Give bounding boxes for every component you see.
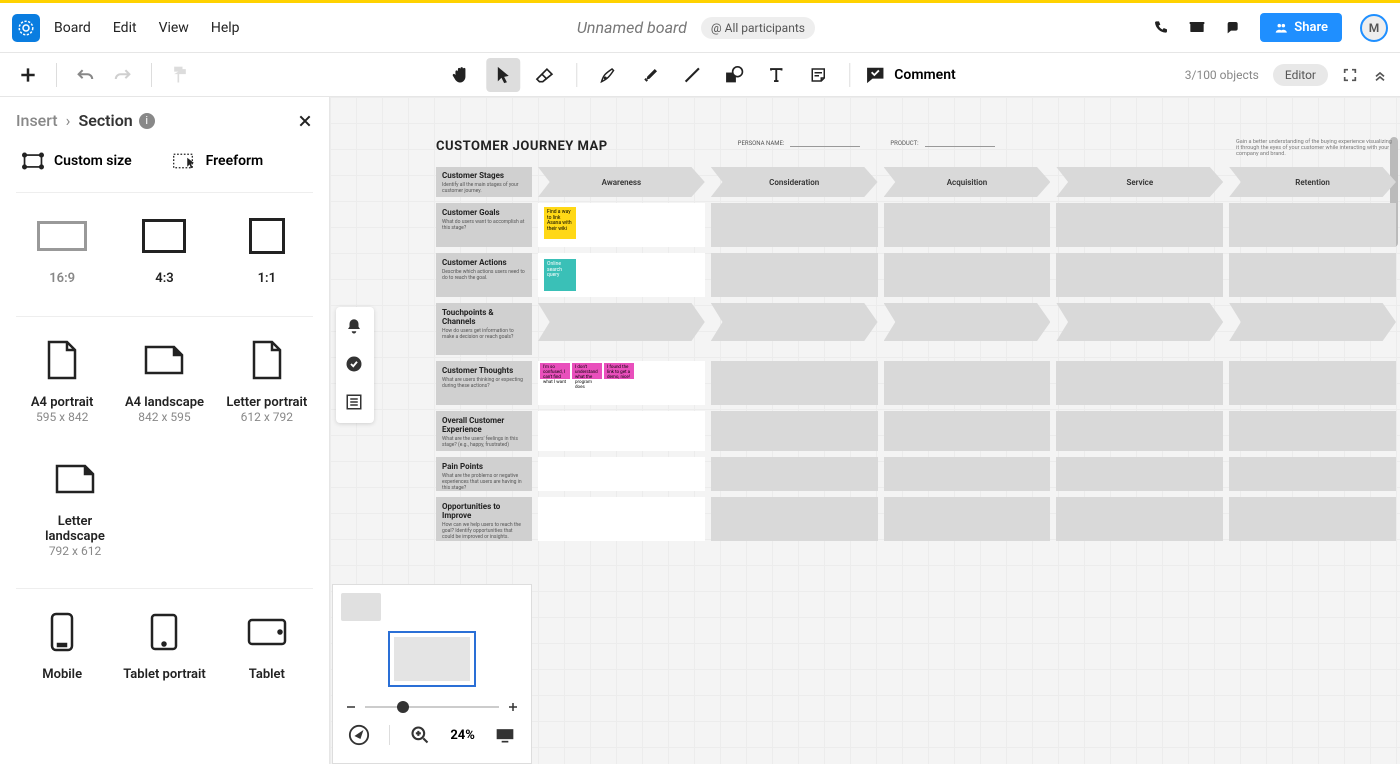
- product-field: PRODUCT:: [890, 139, 994, 147]
- select-tool[interactable]: [486, 58, 520, 92]
- section-tablet-portrait[interactable]: Tablet portrait 768 x 1024: [118, 607, 210, 696]
- menu-board[interactable]: Board: [54, 20, 91, 36]
- share-label: Share: [1294, 20, 1328, 35]
- redo-button[interactable]: [107, 59, 139, 91]
- goals-cell[interactable]: Find a way to link Asana with their wiki: [538, 203, 705, 247]
- minimap-active[interactable]: [388, 631, 476, 687]
- board-title[interactable]: Unnamed board: [577, 18, 687, 37]
- thoughts-cell[interactable]: I'm so confused, I can't find what I wan…: [538, 361, 705, 405]
- sticky-note-yellow[interactable]: Find a way to link Asana with their wiki: [544, 207, 576, 239]
- freeform-mode[interactable]: Freeform: [172, 152, 264, 170]
- participants-pill[interactable]: @ All participants: [701, 17, 815, 39]
- fullscreen-icon[interactable]: [1342, 67, 1358, 83]
- section-letter-portrait[interactable]: Letter portrait 612 x 792: [221, 335, 313, 424]
- persona-name-field: PERSONA NAME:: [738, 139, 861, 147]
- stage-consideration[interactable]: Consideration: [711, 167, 878, 197]
- pen-tool[interactable]: [591, 58, 625, 92]
- stage-service[interactable]: Service: [1056, 167, 1223, 197]
- section-letter-landscape[interactable]: Letter landscape 792 x 612: [30, 454, 120, 558]
- menu-help[interactable]: Help: [211, 20, 240, 36]
- comment-tool[interactable]: Comment: [864, 65, 955, 85]
- insert-sidebar: Insert › Section i Custom size Freeform: [0, 97, 330, 764]
- marker-tool[interactable]: [633, 58, 667, 92]
- sticky-note-teal[interactable]: Online search query: [544, 259, 576, 291]
- sticky-magenta-2[interactable]: I don't understand what the program does: [572, 363, 602, 379]
- text-tool[interactable]: [759, 58, 793, 92]
- close-panel-button[interactable]: [297, 113, 313, 129]
- add-button[interactable]: [12, 59, 44, 91]
- chevron-right-icon: ›: [66, 111, 71, 130]
- format-painter-button[interactable]: [164, 59, 196, 91]
- section-a4-landscape[interactable]: A4 landscape 842 x 595: [118, 335, 210, 424]
- menu-edit[interactable]: Edit: [113, 20, 137, 36]
- customer-journey-map[interactable]: CUSTOMER JOURNEY MAP PERSONA NAME: PRODU…: [436, 139, 1396, 547]
- notifications-tab[interactable]: [345, 317, 365, 337]
- cjm-description: Gain a better understanding of the buyin…: [1236, 139, 1396, 157]
- pan-tool[interactable]: [444, 58, 478, 92]
- zoom-value[interactable]: 24%: [450, 728, 475, 743]
- canvas[interactable]: CUSTOMER JOURNEY MAP PERSONA NAME: PRODU…: [330, 97, 1400, 764]
- zoom-minus-icon[interactable]: [345, 701, 357, 713]
- section-1-1[interactable]: 1:1: [221, 211, 313, 286]
- eraser-tool[interactable]: [528, 58, 562, 92]
- shape-tool[interactable]: [717, 58, 751, 92]
- minimap-thumb-1[interactable]: [341, 593, 381, 621]
- zoom-slider[interactable]: [341, 701, 523, 713]
- custom-size-mode[interactable]: Custom size: [22, 152, 132, 170]
- editor-mode-pill[interactable]: Editor: [1273, 64, 1328, 86]
- zoom-fit-button[interactable]: [408, 723, 432, 747]
- canvas-side-tabs: [336, 307, 374, 423]
- chat-icon[interactable]: [1224, 19, 1242, 37]
- sticky-magenta-3[interactable]: I found the link to get a demo, nice!: [604, 363, 634, 379]
- info-icon[interactable]: i: [139, 113, 155, 129]
- topbar: Board Edit View Help Unnamed board @ All…: [0, 3, 1400, 53]
- sticky-note-tool[interactable]: [801, 58, 835, 92]
- cjm-title: CUSTOMER JOURNEY MAP: [436, 139, 608, 154]
- undo-button[interactable]: [69, 59, 101, 91]
- share-button[interactable]: Share: [1260, 13, 1342, 42]
- present-icon[interactable]: [1188, 19, 1206, 37]
- breadcrumb-section: Section: [78, 111, 132, 130]
- compass-button[interactable]: [347, 723, 371, 747]
- minimap-panel: 24%: [332, 584, 532, 764]
- menu-view[interactable]: View: [159, 20, 189, 36]
- stage-acquisition[interactable]: Acquisition: [884, 167, 1051, 197]
- phone-icon[interactable]: [1152, 19, 1170, 37]
- section-a4-portrait[interactable]: A4 portrait 595 x 842: [16, 335, 108, 424]
- actions-cell[interactable]: Online search query: [538, 253, 705, 297]
- app-logo[interactable]: [12, 14, 40, 42]
- section-tablet-landscape[interactable]: Tablet: [221, 607, 313, 696]
- presentation-icon[interactable]: [493, 723, 517, 747]
- breadcrumb-insert[interactable]: Insert: [16, 111, 58, 130]
- user-avatar[interactable]: M: [1360, 14, 1388, 42]
- section-16-9[interactable]: 16:9: [16, 211, 108, 286]
- comment-label: Comment: [894, 67, 955, 83]
- sticky-magenta-1[interactable]: I'm so confused, I can't find what I wan…: [540, 363, 570, 379]
- main-toolbar: Comment 3/100 objects Editor: [0, 53, 1400, 97]
- list-tab[interactable]: [345, 393, 365, 413]
- objects-count: 3/100 objects: [1185, 68, 1259, 82]
- zoom-plus-icon[interactable]: [507, 701, 519, 713]
- stage-awareness[interactable]: Awareness: [538, 167, 705, 197]
- stage-retention[interactable]: Retention: [1229, 167, 1396, 197]
- section-mobile[interactable]: Mobile 320 x 568: [16, 607, 108, 696]
- section-4-3[interactable]: 4:3: [118, 211, 210, 286]
- line-tool[interactable]: [675, 58, 709, 92]
- menubar: Board Edit View Help: [54, 20, 240, 36]
- tasks-tab[interactable]: [345, 355, 365, 375]
- collapse-icon[interactable]: [1372, 67, 1388, 83]
